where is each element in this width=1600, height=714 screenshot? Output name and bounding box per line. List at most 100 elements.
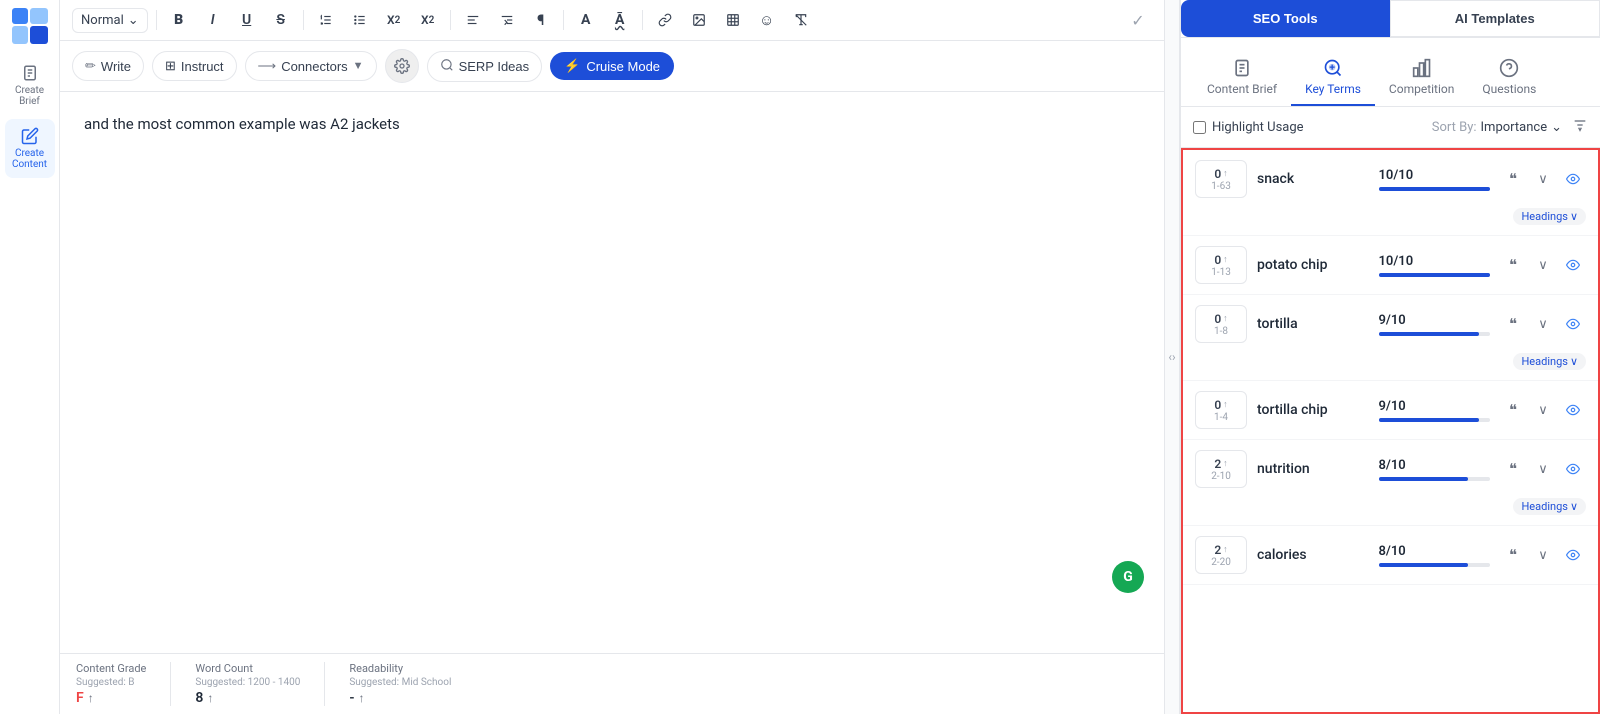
readability-arrow-icon: ↑ [358, 691, 364, 705]
bold-button[interactable]: B [165, 6, 193, 34]
ai-templates-label: AI Templates [1455, 11, 1535, 26]
tab-competition[interactable]: Competition [1375, 50, 1468, 106]
toolbar-confirm-button[interactable]: ✓ [1124, 6, 1152, 34]
sort-by-label: Sort By: [1432, 120, 1477, 135]
format-select[interactable]: Normal ⌄ [72, 8, 148, 33]
unordered-list-button[interactable] [346, 6, 374, 34]
kt-arrow-icon-snack: ↑ [1223, 168, 1228, 179]
kt-counter-nutrition[interactable]: 2 ↑ 2-10 [1195, 450, 1247, 488]
settings-button[interactable] [385, 49, 419, 83]
strikethrough-button[interactable]: S [267, 6, 295, 34]
resize-handle[interactable]: ‹› [1164, 0, 1180, 714]
word-count-value: 8 ↑ [195, 690, 300, 706]
indent-button[interactable] [493, 6, 521, 34]
kt-actions-snack: ❝ ∨ [1500, 166, 1586, 192]
content-grade-suggested: Suggested: B [76, 677, 146, 688]
kt-headings-chevron-snack: ∨ [1570, 210, 1578, 223]
paragraph-button[interactable]: ¶ [527, 6, 555, 34]
link-button[interactable] [651, 6, 679, 34]
word-count-arrow-icon: ↑ [207, 691, 213, 705]
kt-quote-button-potato-chip[interactable]: ❝ [1500, 252, 1526, 278]
kt-range-snack: 1-63 [1211, 181, 1231, 192]
kt-chevron-button-potato-chip[interactable]: ∨ [1530, 252, 1556, 278]
align-left-button[interactable] [459, 6, 487, 34]
filter-icon[interactable] [1572, 117, 1588, 137]
kt-counter-calories[interactable]: 2 ↑ 2-20 [1195, 536, 1247, 574]
ordered-list-button[interactable] [312, 6, 340, 34]
highlight-usage-checkbox[interactable] [1193, 121, 1206, 134]
sidebar-item-create-brief[interactable]: Create Brief [5, 56, 55, 115]
highlight-button[interactable]: Ā [606, 6, 634, 34]
tab-questions[interactable]: Questions [1468, 50, 1550, 106]
kt-eye-button-snack[interactable] [1560, 166, 1586, 192]
table-button[interactable] [719, 6, 747, 34]
sidebar-item-create-content-label: Create Content [9, 148, 51, 170]
connectors-label: Connectors [281, 59, 347, 74]
kt-counter-snack[interactable]: 0 ↑ 1-63 [1195, 160, 1247, 198]
highlight-usage-label[interactable]: Highlight Usage [1193, 120, 1304, 135]
kt-range-calories: 2-20 [1211, 557, 1231, 568]
seo-tools-tab[interactable]: SEO Tools [1181, 0, 1390, 37]
kt-counter-tortilla-chip[interactable]: 0 ↑ 1-4 [1195, 391, 1247, 429]
kt-headings-badge-snack[interactable]: Headings ∨ [1513, 208, 1586, 225]
connectors-button[interactable]: ⟶ Connectors ▼ [245, 51, 377, 81]
editor-area[interactable]: and the most common example was A2 jacke… [60, 92, 1164, 653]
font-color-button[interactable]: A [572, 6, 600, 34]
kt-eye-button-nutrition[interactable] [1560, 456, 1586, 482]
kt-name-snack: snack [1257, 171, 1369, 187]
editor-content[interactable]: and the most common example was A2 jacke… [84, 112, 1140, 136]
cruise-mode-button[interactable]: ⚡ Cruise Mode [550, 52, 674, 80]
kt-quote-button-nutrition[interactable]: ❝ [1500, 456, 1526, 482]
kt-chevron-button-nutrition[interactable]: ∨ [1530, 456, 1556, 482]
kt-actions-calories: ❝ ∨ [1500, 542, 1586, 568]
word-count-suggested: Suggested: 1200 - 1400 [195, 677, 300, 688]
underline-button[interactable]: U [233, 6, 261, 34]
write-button[interactable]: ✏ Write [72, 51, 144, 81]
connectors-icon: ⟶ [258, 58, 277, 74]
kt-quote-button-snack[interactable]: ❝ [1500, 166, 1526, 192]
serp-icon [440, 58, 454, 75]
right-panel-tabs: SEO Tools AI Templates [1181, 0, 1600, 38]
tab-key-terms[interactable]: Key Terms [1291, 50, 1375, 106]
serp-ideas-button[interactable]: SERP Ideas [427, 51, 543, 82]
italic-button[interactable]: I [199, 6, 227, 34]
instruct-button[interactable]: ⊞ Instruct [152, 51, 237, 81]
word-count-label: Word Count [195, 662, 300, 675]
kt-count-snack: 0 [1214, 167, 1221, 181]
seo-tools-label: SEO Tools [1253, 11, 1318, 26]
kt-counter-potato-chip[interactable]: 0 ↑ 1-13 [1195, 246, 1247, 284]
clear-format-button[interactable] [787, 6, 815, 34]
content-grade-status: Content Grade Suggested: B F ↑ [76, 662, 171, 706]
grammarly-icon[interactable]: G [1112, 561, 1144, 593]
kt-chevron-button-tortilla[interactable]: ∨ [1530, 311, 1556, 337]
ai-templates-tab[interactable]: AI Templates [1390, 0, 1600, 37]
emoji-button[interactable]: ☺ [753, 6, 781, 34]
kt-counter-tortilla[interactable]: 0 ↑ 1-8 [1195, 305, 1247, 343]
kt-chevron-button-calories[interactable]: ∨ [1530, 542, 1556, 568]
sort-by-control[interactable]: Sort By: Importance ⌄ [1432, 120, 1562, 135]
kt-count-nutrition: 2 [1214, 457, 1221, 471]
kt-quote-button-tortilla-chip[interactable]: ❝ [1500, 397, 1526, 423]
kt-quote-button-tortilla[interactable]: ❝ [1500, 311, 1526, 337]
kt-eye-button-tortilla[interactable] [1560, 311, 1586, 337]
subscript-button[interactable]: X2 [380, 6, 408, 34]
kt-eye-button-potato-chip[interactable] [1560, 252, 1586, 278]
kt-quote-button-calories[interactable]: ❝ [1500, 542, 1526, 568]
kt-chevron-button-tortilla-chip[interactable]: ∨ [1530, 397, 1556, 423]
kt-name-tortilla: tortilla [1257, 316, 1369, 332]
image-button[interactable] [685, 6, 713, 34]
writing-toolbar: ✏ Write ⊞ Instruct ⟶ Connectors ▼ SERP I… [60, 41, 1164, 92]
tab-competition-label: Competition [1389, 82, 1454, 96]
kt-eye-button-tortilla-chip[interactable] [1560, 397, 1586, 423]
app-logo[interactable] [12, 8, 48, 44]
kt-eye-button-calories[interactable] [1560, 542, 1586, 568]
tab-content-brief[interactable]: Content Brief [1193, 50, 1291, 106]
toolbar-divider-5 [642, 10, 643, 30]
kt-headings-badge-nutrition[interactable]: Headings ∨ [1513, 498, 1586, 515]
superscript-button[interactable]: X2 [414, 6, 442, 34]
kt-headings-badge-tortilla[interactable]: Headings ∨ [1513, 353, 1586, 370]
kt-range-nutrition: 2-10 [1211, 471, 1231, 482]
kt-bar-potato-chip [1379, 273, 1491, 277]
kt-chevron-button-snack[interactable]: ∨ [1530, 166, 1556, 192]
sidebar-item-create-content[interactable]: Create Content [5, 119, 55, 178]
